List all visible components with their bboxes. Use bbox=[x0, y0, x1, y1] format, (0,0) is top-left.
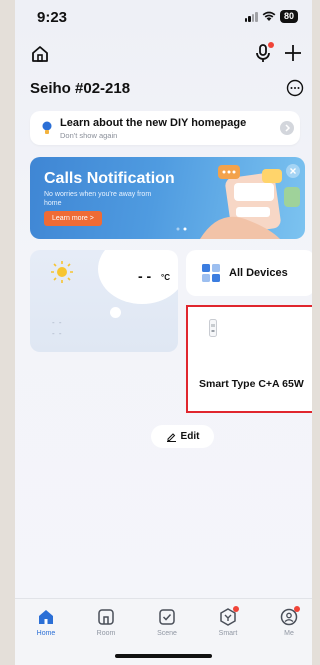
smart-icon bbox=[218, 606, 239, 627]
home-switch-icon[interactable] bbox=[29, 43, 51, 65]
me-icon bbox=[279, 606, 300, 627]
wifi-icon bbox=[262, 11, 276, 21]
battery-icon: 80 bbox=[279, 10, 298, 23]
device-card[interactable]: Smart Type C+A 65W bbox=[186, 305, 312, 413]
home-indicator bbox=[115, 654, 212, 658]
calls-notification-banner[interactable]: Calls Notification No worries when you'r… bbox=[30, 157, 305, 239]
tab-home[interactable]: Home bbox=[26, 607, 66, 637]
add-icon[interactable] bbox=[282, 42, 304, 64]
tab-label-room: Room bbox=[96, 630, 116, 637]
promo-subtitle: No worries when you're away from home bbox=[44, 191, 152, 207]
status-icons: 80 bbox=[244, 10, 298, 23]
tab-label-smart: Smart bbox=[218, 630, 238, 637]
promo-title: Calls Notification bbox=[44, 170, 175, 187]
weather-detail-1: - - bbox=[52, 318, 63, 327]
pencil-icon bbox=[166, 433, 176, 442]
sun-icon bbox=[51, 261, 73, 283]
temperature-unit: °C bbox=[161, 273, 170, 282]
chevron-right-icon[interactable] bbox=[280, 121, 294, 135]
close-icon[interactable] bbox=[286, 164, 300, 178]
smart-badge bbox=[233, 606, 239, 612]
weather-dot bbox=[110, 307, 121, 318]
diy-homepage-banner[interactable]: Learn about the new DIY homepage Don't s… bbox=[30, 111, 300, 145]
tab-me[interactable]: Me bbox=[269, 606, 309, 637]
top-bar bbox=[15, 42, 312, 66]
room-icon bbox=[98, 609, 114, 625]
lightbulb-icon bbox=[42, 121, 52, 134]
dont-show-again-link[interactable]: Don't show again bbox=[60, 131, 117, 140]
me-badge bbox=[294, 606, 300, 612]
app-screen: 9:23 80 Seiho #02-218 Learn about the ne… bbox=[15, 0, 312, 665]
home-icon bbox=[39, 610, 53, 624]
all-devices-label: All Devices bbox=[229, 267, 288, 279]
tab-label-me: Me bbox=[284, 630, 294, 637]
tab-label-scene: Scene bbox=[157, 630, 177, 637]
bottom-tab-bar: Home Room Scene Smart Me bbox=[15, 598, 312, 665]
weather-detail-2: - - bbox=[52, 329, 63, 338]
status-time: 9:23 bbox=[37, 9, 68, 26]
edit-label: Edit bbox=[180, 431, 200, 442]
status-bar: 9:23 80 bbox=[15, 0, 312, 36]
device-name: Smart Type C+A 65W bbox=[199, 378, 304, 390]
home-name[interactable]: Seiho #02-218 bbox=[30, 80, 130, 97]
tab-smart[interactable]: Smart bbox=[208, 606, 248, 637]
tab-room[interactable]: Room bbox=[86, 607, 126, 637]
tab-label-home: Home bbox=[36, 630, 56, 637]
notification-dot bbox=[268, 42, 274, 48]
all-devices-button[interactable]: All Devices bbox=[186, 250, 312, 296]
diy-banner-title: Learn about the new DIY homepage bbox=[60, 117, 247, 129]
weather-card[interactable]: - - °C - - - - bbox=[30, 250, 178, 352]
signal-icon bbox=[244, 11, 258, 22]
temperature-value: - - bbox=[138, 268, 152, 284]
tab-scene[interactable]: Scene bbox=[147, 607, 187, 637]
charger-icon bbox=[209, 319, 217, 337]
learn-more-button[interactable]: Learn more > bbox=[44, 211, 102, 226]
carousel-dots bbox=[176, 227, 187, 231]
more-options-icon[interactable] bbox=[286, 79, 304, 97]
scene-icon bbox=[159, 609, 175, 625]
devices-grid-icon bbox=[202, 264, 220, 282]
edit-button[interactable]: Edit bbox=[151, 425, 214, 448]
